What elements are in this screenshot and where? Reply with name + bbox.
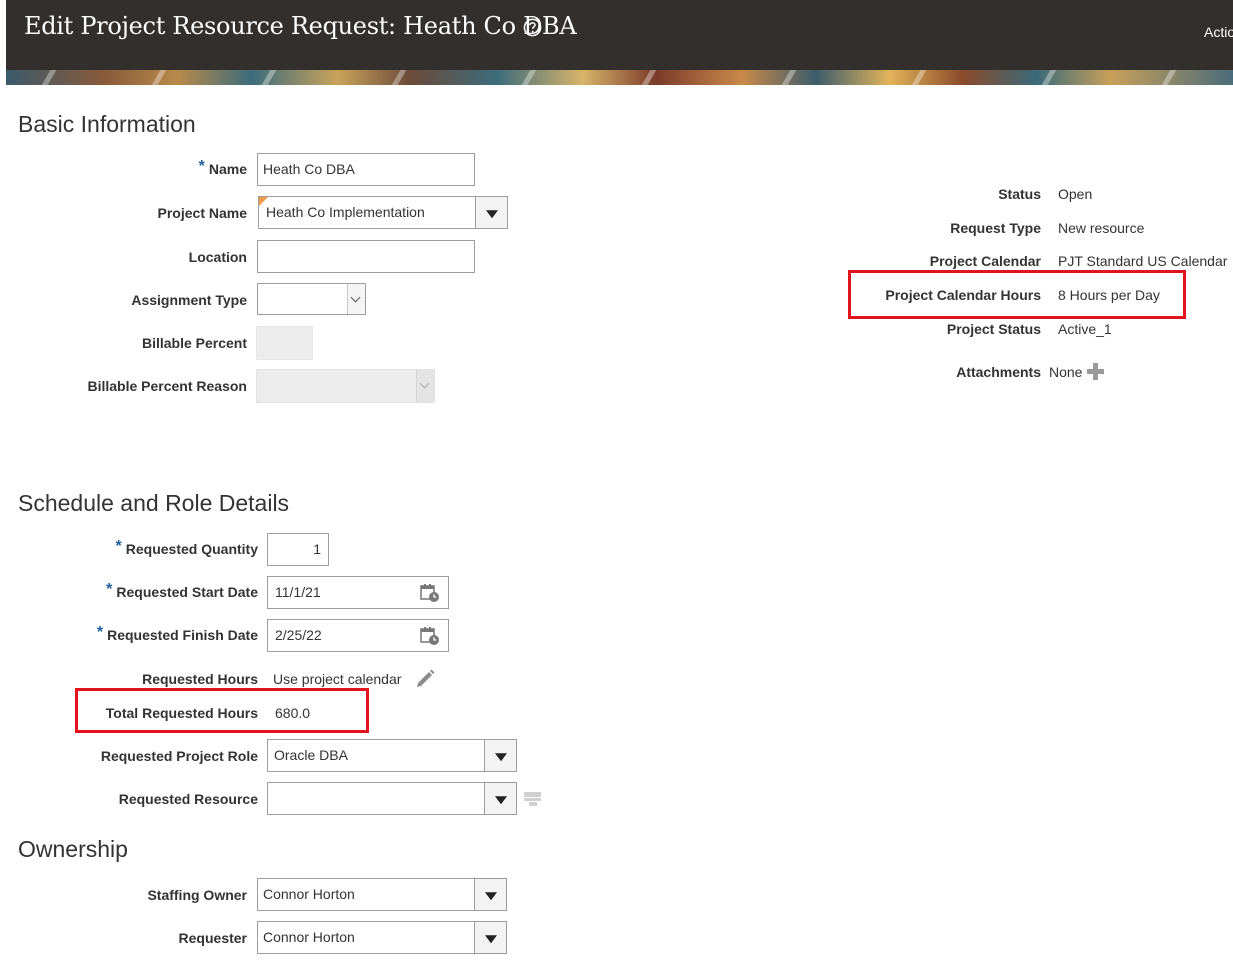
required-marker: *: [106, 581, 113, 598]
required-marker: *: [198, 158, 205, 175]
billable-percent-input: [256, 326, 313, 360]
assignment-type-select[interactable]: [257, 283, 366, 315]
chevron-down-icon: [347, 284, 365, 314]
staffing-owner-dropdown-button[interactable]: [474, 878, 507, 911]
name-input[interactable]: Heath Co DBA: [257, 153, 475, 186]
request-type-value: New resource: [1058, 220, 1145, 236]
status-label: Status: [998, 186, 1041, 202]
requester-input[interactable]: Connor Horton: [257, 921, 475, 954]
project-calendar-hours-value: 8 Hours per Day: [1058, 287, 1160, 303]
total-requested-hours-value: 680.0: [275, 705, 311, 721]
requested-hours-label: Requested Hours: [142, 671, 258, 687]
location-input[interactable]: [257, 240, 475, 273]
page-header: Edit Project Resource Request: Heath Co …: [6, 0, 1233, 70]
requested-resource-input[interactable]: [267, 782, 485, 815]
schedule-role-heading: Schedule and Role Details: [18, 490, 290, 516]
chevron-down-icon: [494, 795, 507, 804]
help-icon[interactable]: [523, 18, 542, 37]
chevron-down-icon: [485, 209, 498, 218]
chevron-down-icon: [484, 934, 497, 943]
staffing-owner-input[interactable]: Connor Horton: [257, 878, 475, 911]
project-calendar-label: Project Calendar: [929, 253, 1041, 269]
requested-project-role-input[interactable]: Oracle DBA: [267, 739, 485, 772]
requested-project-role-label: Requested Project Role: [100, 748, 258, 764]
calendar-icon[interactable]: [419, 625, 441, 647]
requested-quantity-label: * Requested Quantity: [115, 538, 258, 557]
requester-label: Requester: [178, 930, 247, 946]
ownership-heading: Ownership: [18, 836, 128, 862]
edit-pencil-icon[interactable]: [414, 668, 436, 690]
location-label: Location: [188, 249, 247, 265]
project-name-dropdown-button[interactable]: [475, 196, 508, 229]
requested-quantity-input[interactable]: 1: [267, 533, 329, 566]
name-label: * Name: [198, 158, 247, 177]
page-title: Edit Project Resource Request: Heath Co …: [24, 12, 577, 40]
project-status-value: Active_1: [1058, 321, 1112, 337]
request-type-label: Request Type: [950, 220, 1041, 236]
project-status-label: Project Status: [946, 321, 1041, 337]
status-value: Open: [1058, 186, 1093, 202]
chevron-down-icon: [416, 370, 434, 402]
billable-percent-reason-select: [256, 369, 435, 403]
actions-menu[interactable]: Actio: [1204, 24, 1233, 40]
project-calendar-value: PJT Standard US Calendar: [1058, 253, 1228, 269]
basic-information-heading: Basic Information: [18, 111, 196, 137]
assignment-type-label: Assignment Type: [131, 292, 247, 308]
billable-percent-label: Billable Percent: [141, 335, 247, 351]
changed-indicator: [259, 197, 268, 206]
billable-percent-reason-label: Billable Percent Reason: [87, 378, 247, 394]
project-name-input[interactable]: Heath Co Implementation: [258, 196, 476, 229]
attachments-label: Attachments: [956, 364, 1041, 380]
calendar-icon[interactable]: [419, 582, 441, 604]
requested-resource-dropdown-button[interactable]: [484, 782, 517, 815]
project-name-label: Project Name: [157, 205, 247, 221]
staffing-owner-label: Staffing Owner: [147, 887, 247, 903]
required-marker: *: [96, 624, 104, 641]
chevron-down-icon: [484, 891, 497, 900]
requested-finish-date-label: * Requested Finish Date: [96, 624, 258, 643]
attachments-value[interactable]: None: [1049, 364, 1082, 380]
search-resource-icon[interactable]: [523, 790, 542, 808]
requested-resource-label: Requested Resource: [118, 791, 258, 807]
required-marker: *: [115, 538, 122, 555]
chevron-down-icon: [494, 752, 507, 761]
total-requested-hours-label: Total Requested Hours: [105, 705, 258, 721]
decorative-banner: [6, 70, 1233, 85]
add-icon[interactable]: [1087, 363, 1104, 380]
requested-start-date-label: * Requested Start Date: [106, 581, 258, 600]
project-calendar-hours-label: Project Calendar Hours: [885, 287, 1041, 303]
requested-hours-value: Use project calendar: [273, 671, 402, 687]
requested-project-role-dropdown-button[interactable]: [484, 739, 517, 772]
requester-dropdown-button[interactable]: [474, 921, 507, 954]
